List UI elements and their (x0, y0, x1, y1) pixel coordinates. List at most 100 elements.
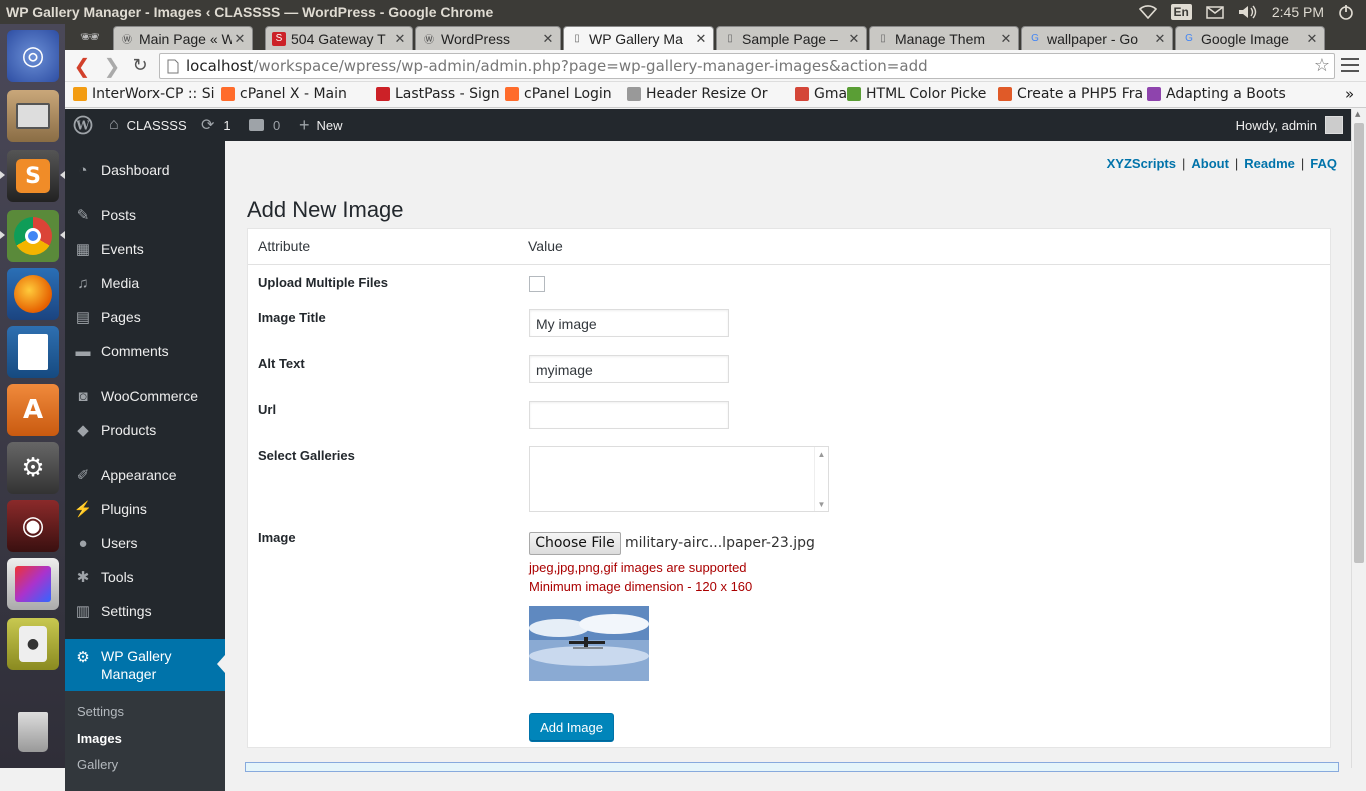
audio-player-icon[interactable]: ● (7, 618, 59, 670)
close-tab-icon[interactable]: ✕ (998, 31, 1014, 47)
sidebar-item-dashboard[interactable]: ◔ Dashboard (65, 153, 225, 187)
url-host: localhost (186, 57, 254, 75)
page-title: Add New Image (247, 197, 404, 222)
sidebar-item-products[interactable]: ◆ Products (65, 413, 225, 447)
bookmark-1[interactable]: InterWorx-CP :: Si (73, 86, 215, 102)
chrome-icon[interactable] (7, 210, 59, 262)
header-value: Value (528, 238, 563, 254)
system-tray: En 2:45 PM (1138, 0, 1354, 24)
page-scrollbar[interactable]: ▲ (1351, 109, 1366, 768)
bookmark-7[interactable]: HTML Color Picke (847, 86, 986, 102)
sidebar-item-woocommerce[interactable]: ◙ WooCommerce (65, 379, 225, 413)
tab-5[interactable]: ▯ Sample Page – ✕ (716, 26, 867, 50)
menu-icon[interactable] (1341, 56, 1359, 74)
link-faq[interactable]: FAQ (1310, 156, 1337, 171)
power-icon[interactable] (1338, 4, 1354, 20)
sidebar-item-users[interactable]: ● Users (65, 526, 225, 560)
ubuntu-logo-icon[interactable]: ◎ (7, 30, 59, 82)
close-tab-icon[interactable]: ✕ (392, 31, 408, 47)
sidebar-item-events[interactable]: ▦ Events (65, 232, 225, 266)
bookmark-favicon-icon (505, 87, 519, 101)
file-manager-icon[interactable] (7, 90, 59, 142)
scrollbar-thumb[interactable] (1354, 123, 1364, 563)
close-tab-icon[interactable]: ✕ (1152, 31, 1168, 47)
close-tab-icon[interactable]: ✕ (232, 31, 248, 47)
sublime-text-icon[interactable]: S (7, 150, 59, 202)
sidebar-item-plugins[interactable]: ⚡ Plugins (65, 492, 225, 526)
sidebar-item-appearance[interactable]: ✐ Appearance (65, 458, 225, 492)
forward-button[interactable]: ❯ (99, 54, 125, 78)
bookmark-star-icon[interactable]: ☆ (1314, 55, 1330, 76)
sidebar-item-settings[interactable]: ▥ Settings (65, 594, 225, 628)
alt-text-input[interactable]: myimage (529, 355, 729, 383)
upload-multiple-checkbox[interactable] (529, 276, 545, 292)
close-tab-icon[interactable]: ✕ (540, 31, 556, 47)
bookmarks-more[interactable]: » (1345, 85, 1354, 103)
bookmark-2[interactable]: cPanel X - Main (221, 86, 347, 102)
link-xyzscripts[interactable]: XYZScripts (1107, 156, 1176, 171)
sidebar-item-posts[interactable]: ✎ Posts (65, 198, 225, 232)
submenu-gallery[interactable]: Gallery (77, 757, 118, 772)
updates-link[interactable]: ⟳ 1 (201, 109, 231, 141)
bookmark-5[interactable]: Header Resize Or (627, 86, 768, 102)
close-tab-icon[interactable]: ✕ (693, 31, 709, 47)
galleries-select[interactable]: ▲ ▼ (529, 446, 829, 512)
submenu-settings[interactable]: Settings (77, 704, 124, 719)
tab-1[interactable]: Ⓦ Main Page « W ✕ (113, 26, 253, 50)
tab-2[interactable]: S 504 Gateway T ✕ (265, 26, 413, 50)
software-center-icon[interactable]: A (7, 384, 59, 436)
settings-icon: ▥ (75, 603, 91, 620)
bookmark-9[interactable]: Adapting a Boots (1147, 86, 1286, 102)
tab-4[interactable]: ▯ WP Gallery Ma ✕ (563, 26, 714, 50)
window-title: WP Gallery Manager - Images ‹ CLASSSS — … (6, 4, 494, 20)
tab-6[interactable]: ▯ Manage Them ✕ (869, 26, 1019, 50)
submenu-images[interactable]: Images (77, 731, 122, 746)
clock[interactable]: 2:45 PM (1272, 4, 1324, 20)
bookmark-8[interactable]: Create a PHP5 Fra (998, 86, 1143, 102)
sidebar-item-pages[interactable]: ▤ Pages (65, 300, 225, 334)
image-title-input[interactable]: My image (529, 309, 729, 337)
tab-3[interactable]: Ⓦ WordPress ✕ (415, 26, 561, 50)
bookmark-label: LastPass - Sign In (395, 86, 518, 102)
choose-file-button[interactable]: Choose File (529, 532, 621, 555)
link-readme[interactable]: Readme (1244, 156, 1295, 171)
mail-icon[interactable] (1206, 5, 1224, 19)
galleries-scrollbar[interactable]: ▲ ▼ (814, 447, 828, 511)
sidebar-item-wp-gallery-manager[interactable]: ⚙ WP Gallery Manager (65, 639, 225, 691)
scroll-down-icon[interactable]: ▼ (815, 500, 828, 509)
bookmark-4[interactable]: cPanel Login (505, 86, 612, 102)
wp-logo-icon[interactable]: W (73, 109, 93, 141)
disc-burner-icon[interactable]: ◉ (7, 500, 59, 552)
close-tab-icon[interactable]: ✕ (1304, 31, 1320, 47)
sidebar-item-tools[interactable]: ✱ Tools (65, 560, 225, 594)
scroll-up-icon[interactable]: ▲ (815, 450, 828, 459)
tab-8[interactable]: G Google Image ✕ (1175, 26, 1325, 50)
trash-icon[interactable] (7, 706, 59, 758)
back-button[interactable]: ❮ (69, 54, 95, 78)
wifi-icon[interactable] (1138, 5, 1157, 19)
add-image-button[interactable]: Add Image (529, 713, 614, 742)
firefox-icon[interactable] (7, 268, 59, 320)
my-account-link[interactable]: Howdy, admin (1236, 109, 1343, 141)
sidebar-item-comments[interactable]: ▬ Comments (65, 334, 225, 368)
sidebar-item-media[interactable]: ♫ Media (65, 266, 225, 300)
keyboard-language[interactable]: En (1170, 4, 1192, 20)
comments-link[interactable]: 0 (249, 109, 280, 141)
new-content-link[interactable]: + New (299, 109, 343, 141)
scroll-up-arrow-icon[interactable]: ▲ (1355, 110, 1360, 118)
bookmark-label: HTML Color Picke (866, 86, 987, 102)
volume-icon[interactable] (1238, 5, 1258, 19)
writer-icon[interactable] (7, 326, 59, 378)
bookmark-3[interactable]: LastPass - Sign In (376, 86, 517, 102)
close-tab-icon[interactable]: ✕ (846, 31, 862, 47)
system-settings-icon[interactable]: ⚙ (7, 442, 59, 494)
document-favicon-icon: ▯ (727, 33, 733, 44)
bookmark-6[interactable]: Gmail (795, 86, 855, 102)
tab-7[interactable]: Gwallpaper - Go ✕ (1021, 26, 1173, 50)
url-input[interactable] (529, 401, 729, 429)
site-name-link[interactable]: ⌂ CLASSSS (109, 109, 187, 141)
link-about[interactable]: About (1191, 156, 1229, 171)
address-bar[interactable]: localhost/workspace/wpress/wp-admin/admi… (159, 53, 1335, 79)
image-editor-icon[interactable] (7, 558, 59, 610)
reload-button[interactable]: ↻ (127, 54, 153, 78)
